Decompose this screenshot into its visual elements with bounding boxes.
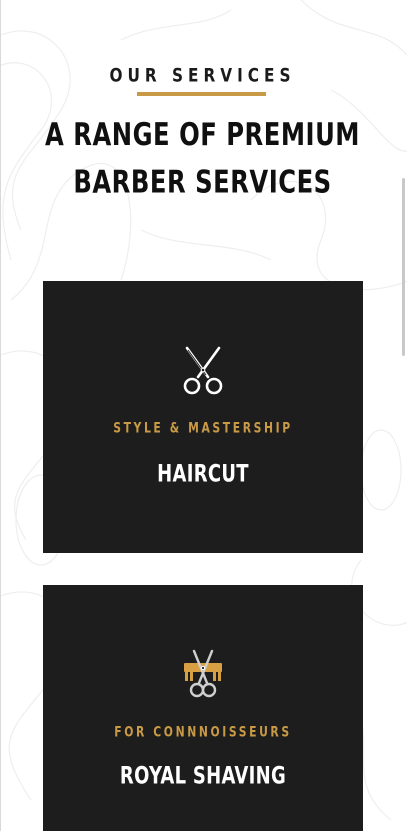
section-eyebrow: OUR SERVICES [109, 64, 296, 88]
scrollbar-thumb[interactable] [402, 178, 405, 356]
headline-line-1: A RANGE OF PREMIUM [45, 117, 360, 154]
service-card-haircut[interactable]: STYLE & MASTERSHIP HAIRCUT [43, 281, 363, 553]
services-page: OUR SERVICES A RANGE OF PREMIUM BARBER S… [0, 0, 407, 831]
card-subtitle: FOR CONNNOISSEURS [114, 723, 292, 741]
scrollbar[interactable] [401, 0, 407, 831]
card-subtitle: STYLE & MASTERSHIP [113, 419, 293, 437]
headline-line-2: BARBER SERVICES [73, 164, 332, 201]
card-title: HAIRCUT [157, 458, 249, 488]
card-title: ROYAL SHAVING [119, 760, 287, 790]
section-headline: A RANGE OF PREMIUM BARBER SERVICES [1, 112, 404, 206]
service-card-royal-shaving[interactable]: FOR CONNNOISSEURS ROYAL SHAVING [43, 585, 363, 831]
scissors-comb-icon [184, 649, 222, 698]
scissors-icon [183, 346, 223, 395]
eyebrow-underline [137, 92, 266, 96]
